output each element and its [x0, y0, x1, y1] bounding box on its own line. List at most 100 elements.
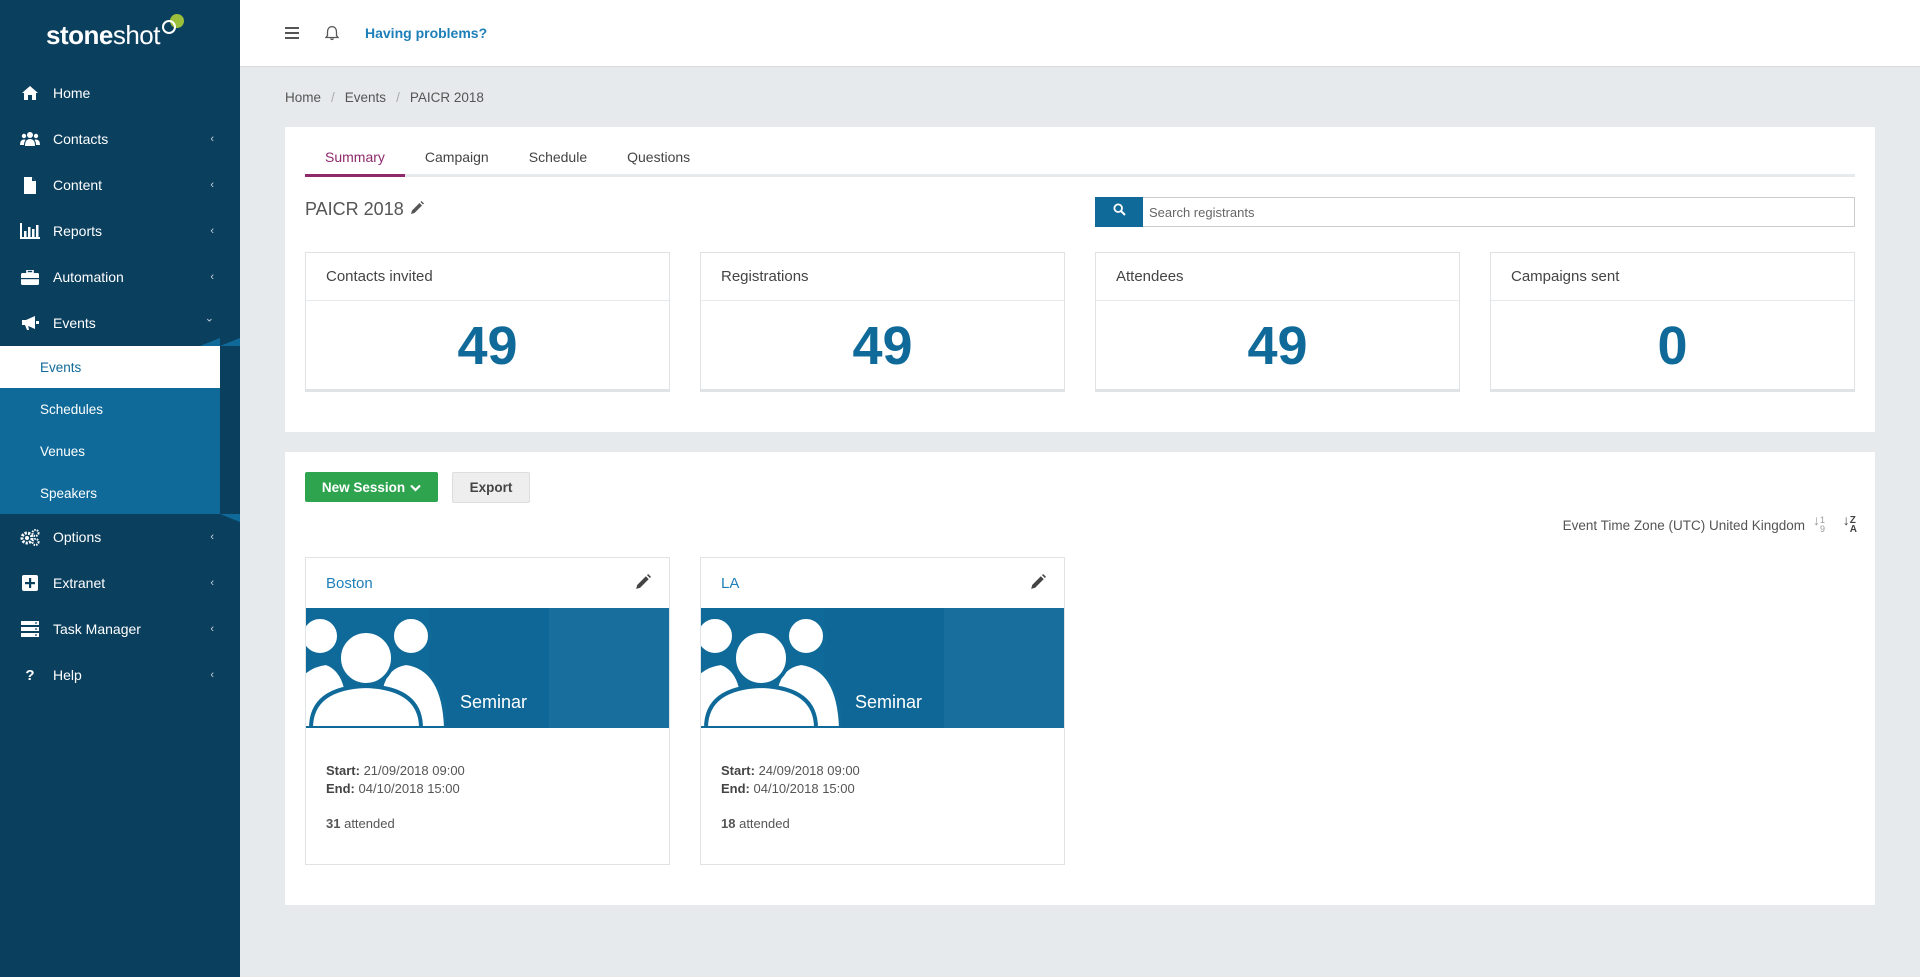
breadcrumb-separator: / [331, 90, 335, 105]
sort-alpha-icon[interactable]: ↓Z A [1843, 513, 1857, 535]
chevron-left-icon: ‹ [210, 225, 214, 237]
tab-summary[interactable]: Summary [305, 147, 405, 177]
chevron-down-icon [410, 480, 421, 495]
sidebar-item-label: Automation [53, 269, 124, 285]
start-label: Start: [721, 763, 755, 778]
group-users-icon [306, 615, 446, 728]
breadcrumb-current: PAICR 2018 [409, 90, 484, 105]
search-icon [1112, 203, 1126, 221]
stat-value: 0 [1657, 316, 1688, 376]
chevron-left-icon: ‹ [210, 669, 214, 681]
start-date: 21/09/2018 09:00 [363, 763, 465, 778]
edit-pencil-icon[interactable] [410, 199, 424, 220]
session-card: Boston Seminar Start: 21/09/2018 09:00 E… [305, 557, 670, 865]
submenu-top-notch [220, 338, 240, 346]
sidebar-item-label: Task Manager [53, 621, 141, 637]
sidebar-item-automation[interactable]: Automation ‹ [0, 254, 240, 300]
sidebar-item-task-manager[interactable]: Task Manager ‹ [0, 606, 240, 652]
group-users-icon [701, 615, 841, 728]
end-date: 04/10/2018 15:00 [358, 781, 460, 796]
megaphone-icon [20, 314, 40, 332]
server-icon [20, 620, 40, 638]
session-banner: Seminar [701, 608, 1064, 728]
attended-label: attended [739, 816, 790, 831]
attended-count: 18 [721, 816, 736, 831]
bar-chart-icon [20, 222, 40, 240]
brand-logo-light: shot [112, 19, 161, 50]
end-label: End: [721, 781, 750, 796]
sidebar-nav: Home Contacts ‹ Content ‹ Reports ‹ Auto… [0, 70, 240, 698]
sort-alpha-bottom: A [1849, 524, 1857, 535]
breadcrumb-separator: / [396, 90, 400, 105]
session-title-link[interactable]: Boston [326, 575, 373, 592]
chevron-down-icon: ⌄ [204, 312, 214, 325]
chevron-left-icon: ‹ [210, 623, 214, 635]
sidebar-item-label: Help [53, 667, 82, 683]
stat-label: Contacts invited [306, 253, 669, 301]
gears-icon [20, 528, 40, 546]
sidebar-item-label: Extranet [53, 575, 106, 591]
start-label: Start: [326, 763, 360, 778]
session-header: LA [701, 558, 1064, 608]
sessions-panel: New Session Export Event Time Zone (UTC)… [285, 452, 1875, 905]
having-problems-link[interactable]: Having problems? [365, 25, 487, 41]
new-session-button[interactable]: New Session [305, 472, 438, 502]
stat-campaigns-sent: Campaigns sent 0 [1490, 252, 1855, 392]
sidebar-item-options[interactable]: Options ‹ [0, 514, 240, 560]
submenu-item-schedules[interactable]: Schedules [0, 388, 220, 430]
stat-attendees: Attendees 49 [1095, 252, 1460, 392]
summary-panel: Summary Campaign Schedule Questions PAIC… [285, 127, 1875, 432]
edit-pencil-icon[interactable] [1030, 574, 1046, 594]
sidebar-item-extranet[interactable]: Extranet ‹ [0, 560, 240, 606]
hamburger-menu-icon[interactable] [285, 27, 299, 39]
sidebar-item-reports[interactable]: Reports ‹ [0, 208, 240, 254]
session-attended: 31 attended [306, 798, 669, 831]
end-label: End: [326, 781, 355, 796]
topbar: Having problems? [240, 0, 1920, 67]
breadcrumb-home[interactable]: Home [285, 90, 321, 105]
session-dates: Start: 21/09/2018 09:00 End: 04/10/2018 … [306, 728, 669, 798]
end-date: 04/10/2018 15:00 [753, 781, 855, 796]
session-title-link[interactable]: LA [721, 575, 739, 592]
sidebar-item-label: Home [53, 85, 91, 101]
submenu-item-events[interactable]: Events [0, 346, 220, 388]
sort-numeric-bottom: 9 [1819, 524, 1825, 534]
question-icon: ? [25, 666, 35, 684]
sort-numeric-icon[interactable]: ↓1 9 [1813, 513, 1825, 534]
sidebar: stone shot Home Contacts ‹ Content ‹ Rep… [0, 0, 240, 977]
chevron-left-icon: ‹ [210, 271, 214, 283]
sidebar-item-contacts[interactable]: Contacts ‹ [0, 116, 240, 162]
search-input[interactable] [1143, 197, 1855, 227]
new-session-label: New Session [321, 479, 406, 495]
file-icon [20, 176, 40, 194]
sidebar-item-label: Events [53, 315, 96, 331]
submenu-item-speakers[interactable]: Speakers [0, 472, 220, 514]
users-icon [20, 130, 40, 148]
tab-questions[interactable]: Questions [607, 147, 710, 177]
bell-icon[interactable] [324, 25, 340, 41]
sidebar-item-label: Content [53, 177, 103, 193]
export-button[interactable]: Export [452, 472, 530, 503]
search-registrants [1095, 197, 1855, 227]
stat-contacts-invited: Contacts invited 49 [305, 252, 670, 392]
session-banner: Seminar [306, 608, 669, 728]
events-submenu: Events Schedules Venues Speakers [0, 338, 220, 514]
search-button[interactable] [1095, 197, 1143, 227]
breadcrumb-events[interactable]: Events [345, 90, 386, 105]
event-tabs: Summary Campaign Schedule Questions [305, 147, 1855, 177]
stat-label: Campaigns sent [1491, 253, 1854, 301]
sidebar-item-label: Options [53, 529, 102, 545]
stat-label: Attendees [1096, 253, 1459, 301]
brand-logo[interactable]: stone shot [0, 0, 240, 70]
sidebar-item-content[interactable]: Content ‹ [0, 162, 240, 208]
session-card: LA Seminar Start: 24/09/2018 09:00 End: … [700, 557, 1065, 865]
sidebar-item-help[interactable]: ? Help ‹ [0, 652, 240, 698]
sidebar-item-label: Contacts [53, 131, 109, 147]
chevron-left-icon: ‹ [210, 133, 214, 145]
submenu-item-venues[interactable]: Venues [0, 430, 220, 472]
tab-schedule[interactable]: Schedule [509, 147, 607, 177]
edit-pencil-icon[interactable] [635, 574, 651, 594]
attended-count: 31 [326, 816, 341, 831]
sidebar-item-home[interactable]: Home [0, 70, 240, 116]
tab-campaign[interactable]: Campaign [405, 147, 509, 177]
